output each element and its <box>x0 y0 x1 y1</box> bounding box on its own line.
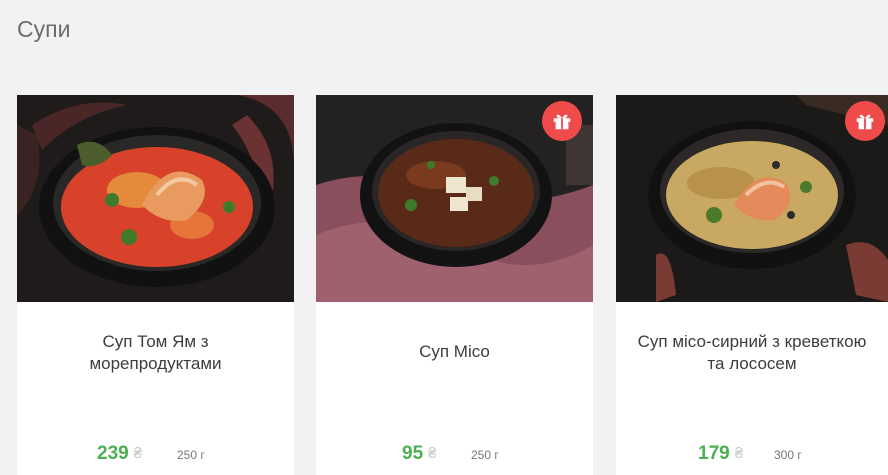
gift-badge <box>542 101 582 141</box>
product-weight: 250 г <box>177 448 205 462</box>
currency-symbol: ₴ <box>133 445 143 462</box>
price-value: 179 <box>698 443 730 464</box>
gift-badge <box>845 101 885 141</box>
price-value: 95 <box>402 443 424 464</box>
product-card-tom-yam[interactable]: Суп Том Ям з морепродуктами 239 ₴ 250 г <box>17 95 294 475</box>
price-value: 239 <box>97 443 129 464</box>
currency-symbol: ₴ <box>734 445 744 462</box>
product-name[interactable]: Суп Місо <box>334 341 575 363</box>
product-price: 239 ₴ <box>97 443 142 465</box>
product-name[interactable]: Суп місо-сирний з креветкою та лососем <box>634 331 870 375</box>
product-weight: 300 г <box>774 448 802 462</box>
gift-icon <box>856 114 874 130</box>
product-price: 95 ₴ <box>402 443 436 465</box>
product-card-miso-cheese[interactable]: Суп місо-сирний з креветкою та лососем 1… <box>616 95 888 475</box>
product-card-miso[interactable]: Суп Місо 95 ₴ 250 г <box>316 95 593 475</box>
product-weight: 250 г <box>471 448 499 462</box>
product-name[interactable]: Суп Том Ям з морепродуктами <box>35 331 276 375</box>
currency-symbol: ₴ <box>428 445 437 462</box>
section-title: Супи <box>17 16 71 42</box>
product-photo[interactable] <box>17 95 294 302</box>
gift-icon <box>553 114 571 130</box>
product-price: 179 ₴ <box>698 443 743 465</box>
